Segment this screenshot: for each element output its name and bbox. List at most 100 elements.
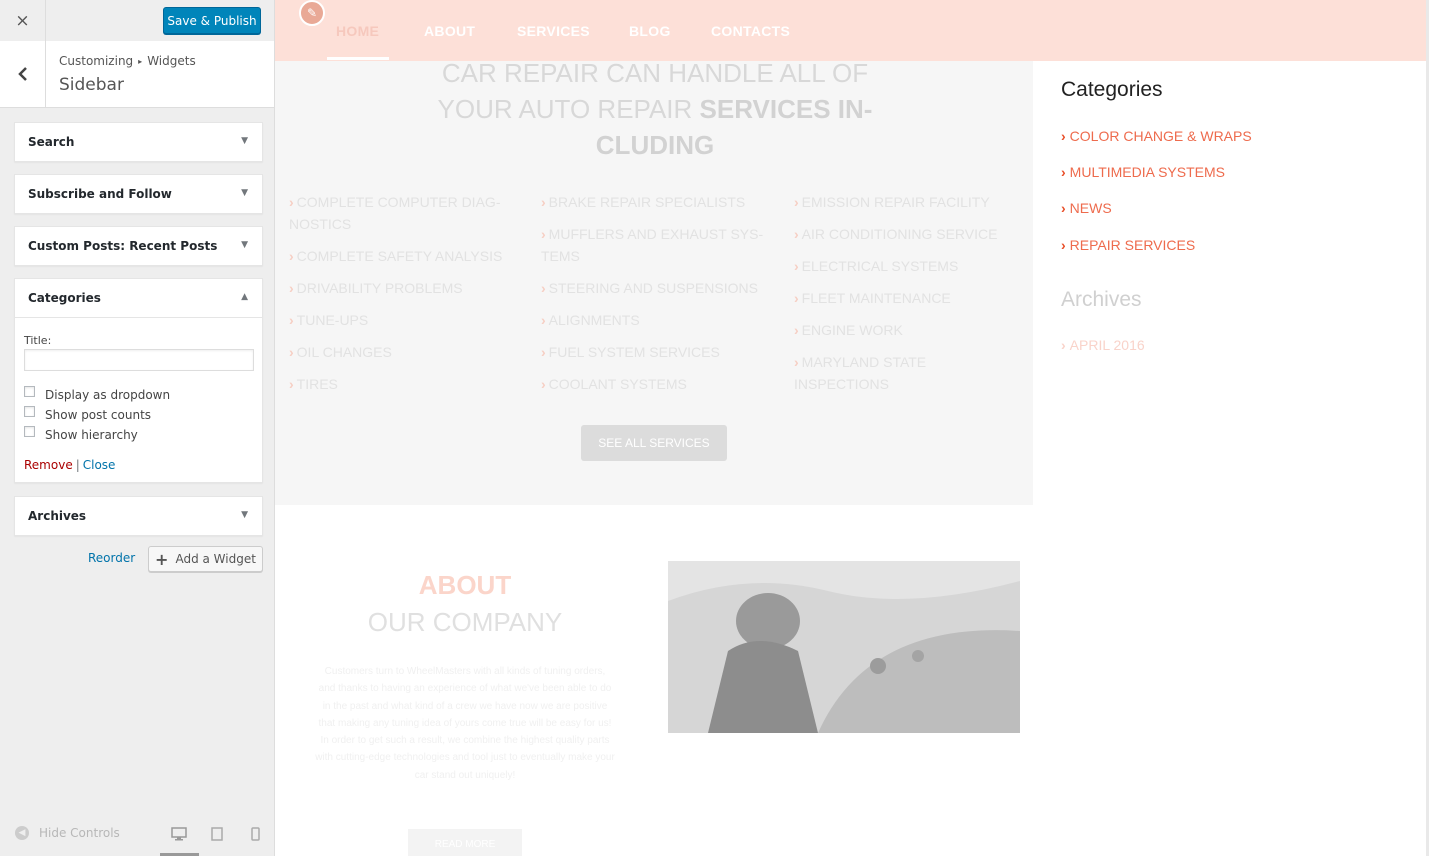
tablet-preview-icon[interactable] bbox=[207, 824, 227, 844]
about-image bbox=[668, 561, 1020, 733]
services-heading: CAR REPAIR CAN HANDLE ALL OF YOUR AUTO R… bbox=[425, 55, 885, 163]
desktop-preview-icon[interactable] bbox=[169, 824, 189, 844]
widget-in-title: Recent Posts bbox=[125, 239, 218, 253]
checkbox-label: Display as dropdown bbox=[45, 387, 171, 402]
nav-active-indicator bbox=[327, 57, 389, 60]
show-post-counts-checkbox[interactable] bbox=[24, 406, 35, 417]
service-item: › AIR CONDITIONING SERVICE bbox=[794, 226, 998, 242]
widget-categories-header[interactable]: Categories ▲ bbox=[15, 279, 262, 317]
nav-services[interactable]: SERVICES bbox=[517, 23, 590, 39]
category-link[interactable]: › COLOR CHANGE & WRAPS bbox=[1061, 128, 1252, 144]
widget-title: Categories bbox=[28, 291, 101, 305]
about-subtitle: OUR COMPANY bbox=[367, 607, 563, 637]
back-button[interactable] bbox=[0, 41, 46, 107]
caret-down-icon[interactable]: ▼ bbox=[241, 136, 248, 146]
close-icon: × bbox=[15, 10, 30, 31]
widget-title: Archives bbox=[28, 509, 87, 523]
plus-icon: + bbox=[155, 549, 169, 569]
services-column-3: › EMISSION REPAIR FACILITY › AIR CONDITION… bbox=[794, 191, 1024, 405]
widget-title: Custom Posts: bbox=[28, 239, 126, 253]
widget-search: Search ▼ bbox=[14, 122, 263, 162]
chevron-right-icon: › bbox=[1061, 337, 1066, 353]
pencil-icon[interactable]: ✎ bbox=[299, 0, 325, 26]
caret-down-icon[interactable]: ▼ bbox=[241, 510, 248, 520]
about-text: Customers turn to WheelMasters with all … bbox=[315, 666, 615, 781]
widget-archives: Archives ▼ bbox=[14, 496, 263, 536]
service-item: › COOLANT SYSTEMS bbox=[541, 376, 687, 392]
breadcrumb-root: Customizing bbox=[59, 54, 134, 68]
close-customizer-button[interactable]: × bbox=[0, 0, 46, 41]
chevron-right-icon: › bbox=[1061, 200, 1066, 216]
sidebar-archives-heading: Archives bbox=[1061, 288, 1142, 311]
category-link[interactable]: › MULTIMEDIA SYSTEMS bbox=[1061, 164, 1225, 180]
show-hierarchy-checkbox[interactable] bbox=[24, 426, 35, 437]
services-section: CAR REPAIR CAN HANDLE ALL OF YOUR AUTO R… bbox=[275, 58, 1033, 505]
remove-link[interactable]: Remove bbox=[24, 458, 73, 472]
chevron-right-icon: › bbox=[1061, 128, 1066, 144]
customizer-panel: × Save & Publish Customizing ▸ Widgets Sid… bbox=[0, 0, 275, 856]
breadcrumb-leaf: Widgets bbox=[147, 54, 196, 68]
about-title: ABOUT bbox=[418, 570, 512, 600]
widget-search-header[interactable]: Search ▼ bbox=[15, 123, 262, 161]
widget-title: Subscribe and Follow bbox=[28, 187, 172, 201]
chevron-left-icon bbox=[17, 67, 27, 81]
read-more-button[interactable]: READ MORE bbox=[408, 829, 522, 856]
widget-subscribe-follow: Subscribe and Follow ▼ bbox=[14, 174, 263, 214]
display-dropdown-option[interactable]: Display as dropdown bbox=[24, 385, 253, 404]
service-item: › MARYLAND STATE INSPECTIONS bbox=[794, 354, 927, 392]
mobile-preview-icon[interactable] bbox=[245, 824, 265, 844]
show-post-counts-option[interactable]: Show post counts bbox=[24, 405, 253, 424]
section-title: Sidebar bbox=[59, 75, 124, 95]
service-item: › OIL CHANGES bbox=[289, 344, 392, 360]
service-item: › ENGINE WORK bbox=[794, 322, 903, 338]
checkbox-label: Show hierarchy bbox=[45, 427, 138, 442]
close-link[interactable]: Close bbox=[83, 458, 116, 472]
widget-actions: Remove | Close bbox=[24, 458, 253, 472]
service-item: › TIRES bbox=[289, 376, 338, 392]
sidebar-categories-heading: Categories bbox=[1061, 78, 1163, 101]
service-item: › EMISSION REPAIR FACILITY bbox=[794, 194, 990, 210]
reorder-link[interactable]: Reorder bbox=[88, 551, 135, 565]
nav-about[interactable]: ABOUT bbox=[424, 23, 475, 39]
collapse-icon: ◀ bbox=[15, 826, 29, 840]
service-item: › STEERING AND SUSPENSIONS bbox=[541, 280, 758, 296]
widget-custom-posts-header[interactable]: Custom Posts: Recent Posts ▼ bbox=[15, 227, 262, 265]
add-widget-button[interactable]: + Add a Widget bbox=[148, 546, 263, 572]
category-link[interactable]: › REPAIR SERVICES bbox=[1061, 237, 1195, 253]
nav-home[interactable]: HOME bbox=[336, 23, 379, 39]
show-hierarchy-option[interactable]: Show hierarchy bbox=[24, 425, 253, 444]
hide-controls-button[interactable]: ◀ Hide Controls bbox=[15, 826, 120, 840]
caret-down-icon[interactable]: ▼ bbox=[241, 240, 248, 250]
service-item: › FLEET MAINTENANCE bbox=[794, 290, 951, 306]
save-publish-button[interactable]: Save & Publish bbox=[163, 7, 261, 34]
archive-link[interactable]: › APRIL 2016 bbox=[1061, 337, 1145, 353]
service-item: › COMPLETE SAFETY ANALYSIS bbox=[289, 248, 503, 264]
services-column-2: › BRAKE REPAIR SPECIALISTS › MUFFLERS AND … bbox=[541, 191, 771, 405]
nav-blog[interactable]: BLOG bbox=[629, 23, 671, 39]
add-widget-label: Add a Widget bbox=[175, 552, 256, 566]
title-input[interactable] bbox=[24, 349, 254, 371]
hide-controls-label: Hide Controls bbox=[39, 826, 120, 840]
category-link[interactable]: › NEWS bbox=[1061, 200, 1112, 216]
services-column-1: › COMPLETE COMPUTER DIAG­NOSTICS › COMPLET… bbox=[289, 191, 519, 405]
actions-separator: | bbox=[75, 458, 80, 472]
widget-subscribe-header[interactable]: Subscribe and Follow ▼ bbox=[15, 175, 262, 213]
widget-archives-header[interactable]: Archives ▼ bbox=[15, 497, 262, 535]
caret-down-icon[interactable]: ▼ bbox=[241, 188, 248, 198]
service-item: › TUNE-UPS bbox=[289, 312, 369, 328]
customizer-header: × Save & Publish bbox=[0, 0, 274, 42]
caret-up-icon[interactable]: ▲ bbox=[241, 292, 248, 302]
chevron-right-icon: › bbox=[1061, 237, 1066, 253]
nav-contacts[interactable]: CONTACTS bbox=[711, 23, 790, 39]
display-dropdown-checkbox[interactable] bbox=[24, 386, 35, 397]
widget-custom-posts: Custom Posts: Recent Posts ▼ bbox=[14, 226, 263, 266]
section-header: Customizing ▸ Widgets Sidebar bbox=[0, 41, 274, 108]
see-all-services-button[interactable]: SEE ALL SERVICES bbox=[581, 425, 727, 461]
widget-title: Search bbox=[28, 135, 75, 149]
customizer-footer: ◀ Hide Controls bbox=[0, 814, 274, 856]
service-item: › MUFFLERS AND EXHAUST SYS­TEMS bbox=[541, 226, 764, 264]
main-navigation: ✎ HOME ABOUT SERVICES BLOG CONTACTS bbox=[275, 0, 1426, 61]
title-label: Title: bbox=[24, 334, 52, 347]
chevron-right-icon: › bbox=[1061, 164, 1066, 180]
widget-categories: Categories ▲ Title: Display as dropdown … bbox=[14, 278, 263, 483]
